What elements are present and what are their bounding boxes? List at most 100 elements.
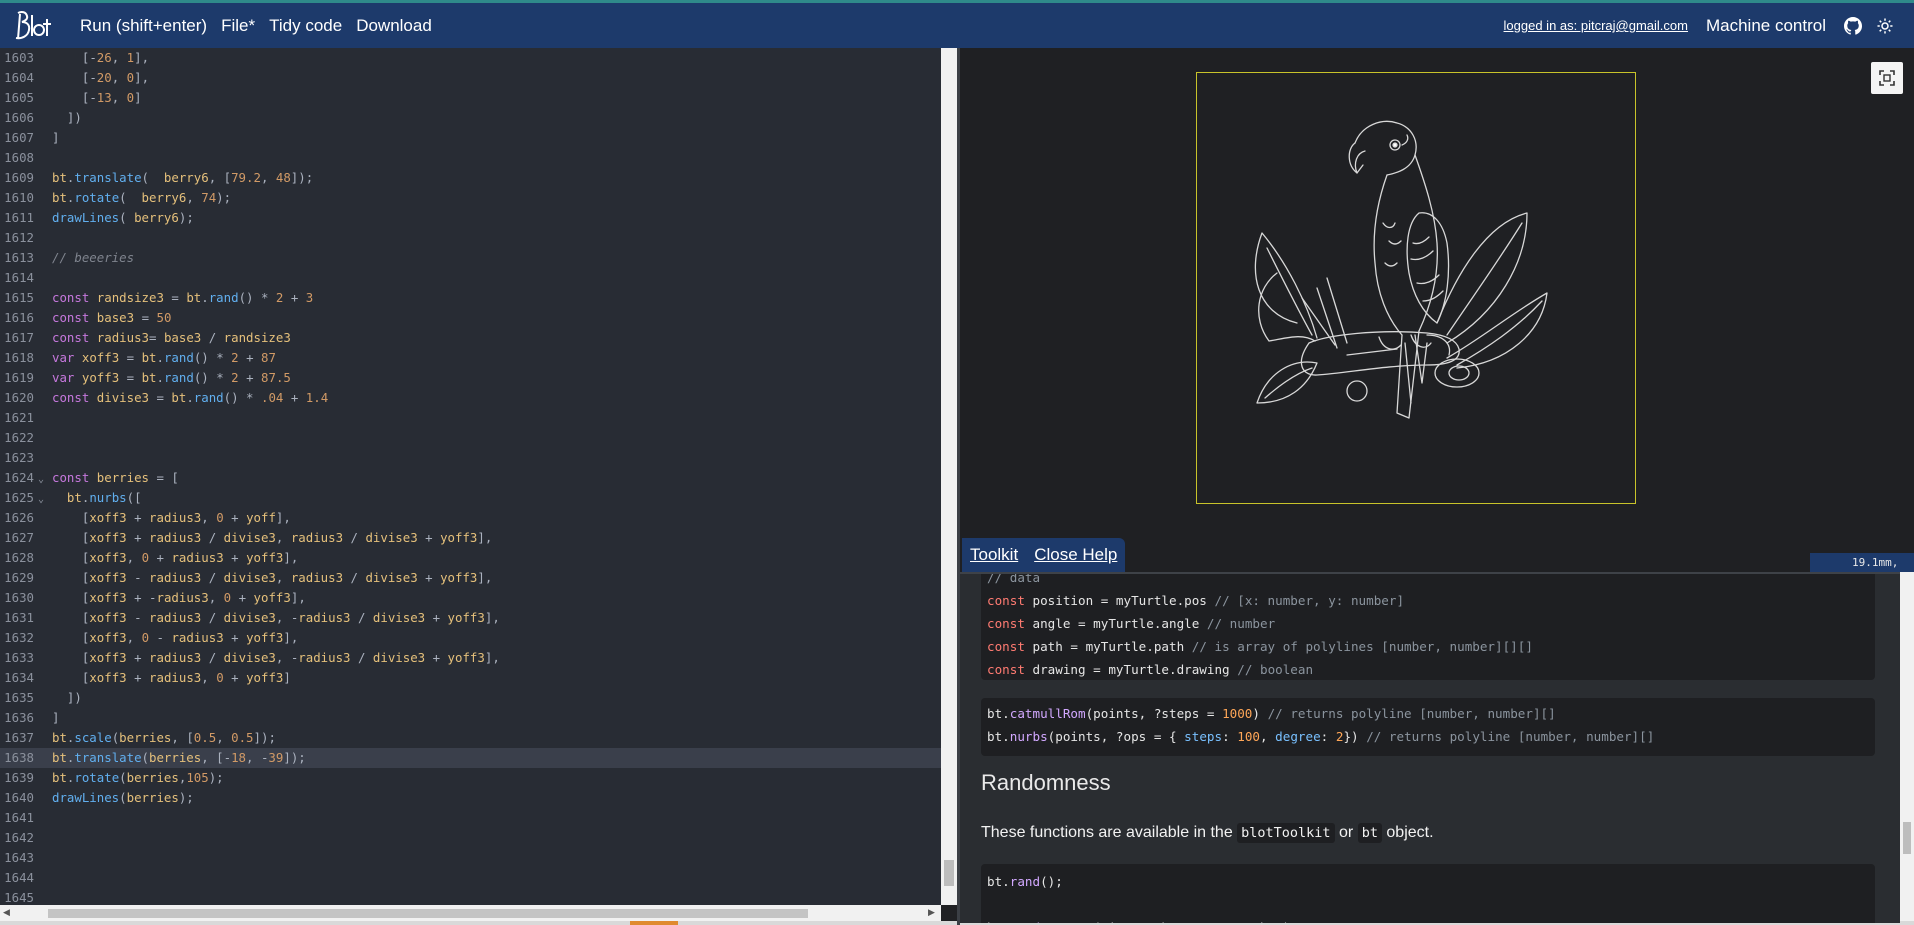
code-line[interactable]: 1624 ⌄ const berries = [ — [0, 468, 941, 488]
code-text[interactable]: const berries = [ — [52, 470, 179, 485]
code-text[interactable]: bt.translate( berry6, [79.2, 48]); — [52, 170, 313, 185]
editor-vertical-scroll-thumb[interactable] — [944, 860, 954, 886]
code-text[interactable]: [xoff3, 0 - radius3 + yoff3], — [52, 630, 298, 645]
code-line[interactable]: 1626 [xoff3 + radius3, 0 + yoff], — [0, 508, 941, 528]
editor-horizontal-scroll-thumb[interactable] — [48, 909, 808, 918]
code-text[interactable]: const randsize3 = bt.rand() * 2 + 3 — [52, 290, 313, 305]
code-line[interactable]: 1615 const randsize3 = bt.rand() * 2 + 3 — [0, 288, 941, 308]
login-status-link[interactable]: logged in as: pitcraj@gmail.com — [1504, 18, 1688, 33]
editor-vertical-scrollbar[interactable] — [941, 48, 957, 905]
code-text[interactable]: ] — [52, 130, 59, 145]
github-icon[interactable] — [1842, 15, 1864, 37]
code-line[interactable]: 1620 const divise3 = bt.rand() * .04 + 1.… — [0, 388, 941, 408]
code-text[interactable]: bt.nurbs([ — [52, 490, 142, 505]
close-help-button[interactable]: Close Help — [1026, 545, 1125, 565]
run-button[interactable]: Run (shift+enter) — [80, 16, 207, 36]
code-line[interactable]: 1630 [xoff3 + -radius3, 0 + yoff3], — [0, 588, 941, 608]
code-text[interactable]: const radius3= base3 / randsize3 — [52, 330, 291, 345]
code-text[interactable]: bt.rotate(berries,105); — [52, 770, 224, 785]
code-line[interactable]: 1634 [xoff3 + radius3, 0 + yoff3] — [0, 668, 941, 688]
code-text[interactable]: const divise3 = bt.rand() * .04 + 1.4 — [52, 390, 328, 405]
code-line[interactable]: 1642 — [0, 828, 941, 848]
code-text[interactable]: ] — [52, 710, 59, 725]
code-line[interactable]: 1643 — [0, 848, 941, 868]
download-button[interactable]: Download — [356, 16, 432, 36]
scroll-left-arrow-icon[interactable]: ◀ — [3, 907, 10, 918]
code-line[interactable]: 1641 — [0, 808, 941, 828]
code-text[interactable]: bt.translate(berries, [-18, -39]); — [52, 750, 306, 765]
code-line[interactable]: 1605 [-13, 0] — [0, 88, 941, 108]
docs-vertical-scrollbar[interactable] — [1900, 572, 1914, 921]
code-line[interactable]: 1617 const radius3= base3 / randsize3 — [0, 328, 941, 348]
code-line[interactable]: 1633 [xoff3 + radius3 / divise3, -radius… — [0, 648, 941, 668]
code-text[interactable]: [xoff3 + radius3, 0 + yoff], — [52, 510, 291, 525]
code-line[interactable]: 1610 bt.rotate( berry6, 74); — [0, 188, 941, 208]
code-editor[interactable]: 1603 [-26, 1], 1604 [-20, 0], 1605 [-13, 0… — [0, 48, 941, 905]
code-line[interactable]: 1616 const base3 = 50 — [0, 308, 941, 328]
machine-control-button[interactable]: Machine control — [1706, 16, 1826, 36]
code-line[interactable]: 1608 — [0, 148, 941, 168]
code-line[interactable]: 1609 bt.translate( berry6, [79.2, 48]); — [0, 168, 941, 188]
code-text[interactable]: drawLines( berry6); — [52, 210, 194, 225]
code-text[interactable]: bt.rotate( berry6, 74); — [52, 190, 231, 205]
code-line[interactable]: 1637 bt.scale(berries, [0.5, 0.5]); — [0, 728, 941, 748]
code-line[interactable]: 1645 — [0, 888, 941, 905]
gear-icon[interactable] — [1874, 15, 1896, 37]
code-line[interactable]: 1611 drawLines( berry6); — [0, 208, 941, 228]
scroll-right-arrow-icon[interactable]: ▶ — [928, 907, 935, 918]
code-line[interactable]: 1635 ]) — [0, 688, 941, 708]
code-line[interactable]: 1606 ]) — [0, 108, 941, 128]
code-text[interactable]: const base3 = 50 — [52, 310, 171, 325]
code-line[interactable]: 1612 — [0, 228, 941, 248]
code-text[interactable]: // beeeries — [52, 250, 134, 265]
code-text[interactable]: ]) — [52, 110, 82, 125]
code-line[interactable]: 1644 — [0, 868, 941, 888]
code-text[interactable]: [xoff3, 0 + radius3 + yoff3], — [52, 550, 298, 565]
code-line[interactable]: 1640 drawLines(berries); — [0, 788, 941, 808]
code-line[interactable]: 1638 bt.translate(berries, [-18, -39]); — [0, 748, 941, 768]
code-text[interactable]: var xoff3 = bt.rand() * 2 + 87 — [52, 350, 276, 365]
code-line[interactable]: 1619 var yoff3 = bt.rand() * 2 + 87.5 — [0, 368, 941, 388]
code-line[interactable]: 1604 [-20, 0], — [0, 68, 941, 88]
fullscreen-icon[interactable] — [1871, 62, 1903, 94]
code-line[interactable]: 1636] — [0, 708, 941, 728]
code-line[interactable]: 1607] — [0, 128, 941, 148]
file-menu[interactable]: File* — [221, 16, 255, 36]
code-text[interactable]: [xoff3 + -radius3, 0 + yoff3], — [52, 590, 306, 605]
code-line[interactable]: 1632 [xoff3, 0 - radius3 + yoff3], — [0, 628, 941, 648]
fold-chevron-icon[interactable]: ⌄ — [38, 470, 52, 490]
code-text[interactable]: drawLines(berries); — [52, 790, 194, 805]
code-line[interactable]: 1627 [xoff3 + radius3 / divise3, radius3… — [0, 528, 941, 548]
code-line[interactable]: 1631 [xoff3 - radius3 / divise3, -radius… — [0, 608, 941, 628]
fold-chevron-icon[interactable]: ⌄ — [38, 490, 52, 510]
code-line[interactable]: 1614 — [0, 268, 941, 288]
code-line[interactable]: 1603 [-26, 1], — [0, 48, 941, 68]
drawing-canvas[interactable] — [1196, 72, 1636, 504]
code-text[interactable]: ]) — [52, 690, 82, 705]
code-line[interactable]: 1628 [xoff3, 0 + radius3 + yoff3], — [0, 548, 941, 568]
tab-toolkit[interactable]: Toolkit — [962, 545, 1026, 565]
code-text[interactable]: [xoff3 + radius3 / divise3, radius3 / di… — [52, 530, 492, 545]
code-line[interactable]: 1613 // beeeries — [0, 248, 941, 268]
docs-vertical-scroll-thumb[interactable] — [1903, 822, 1911, 854]
code-text[interactable]: var yoff3 = bt.rand() * 2 + 87.5 — [52, 370, 291, 385]
code-text[interactable]: [xoff3 + radius3 / divise3, -radius3 / d… — [52, 650, 500, 665]
code-text[interactable]: [xoff3 - radius3 / divise3, -radius3 / d… — [52, 610, 500, 625]
code-text[interactable]: [-20, 0], — [52, 70, 149, 85]
code-text[interactable]: [-26, 1], — [52, 50, 149, 65]
code-line[interactable]: 1618 var xoff3 = bt.rand() * 2 + 87 — [0, 348, 941, 368]
blot-logo[interactable] — [12, 8, 62, 44]
code-line[interactable]: 1639 bt.rotate(berries,105); — [0, 768, 941, 788]
tidy-code-button[interactable]: Tidy code — [269, 16, 342, 36]
line-number: 1638 — [4, 750, 34, 765]
code-line[interactable]: 1629 [xoff3 - radius3 / divise3, radius3… — [0, 568, 941, 588]
code-line[interactable]: 1621 — [0, 408, 941, 428]
code-text[interactable]: [xoff3 + radius3, 0 + yoff3] — [52, 670, 291, 685]
code-line[interactable]: 1623 — [0, 448, 941, 468]
code-line[interactable]: 1622 — [0, 428, 941, 448]
code-text[interactable]: [xoff3 - radius3 / divise3, radius3 / di… — [52, 570, 492, 585]
code-text[interactable]: bt.scale(berries, [0.5, 0.5]); — [52, 730, 276, 745]
editor-horizontal-scrollbar[interactable]: ◀ ▶ — [0, 905, 941, 921]
code-line[interactable]: 1625 ⌄ bt.nurbs([ — [0, 488, 941, 508]
code-text[interactable]: [-13, 0] — [52, 90, 142, 105]
